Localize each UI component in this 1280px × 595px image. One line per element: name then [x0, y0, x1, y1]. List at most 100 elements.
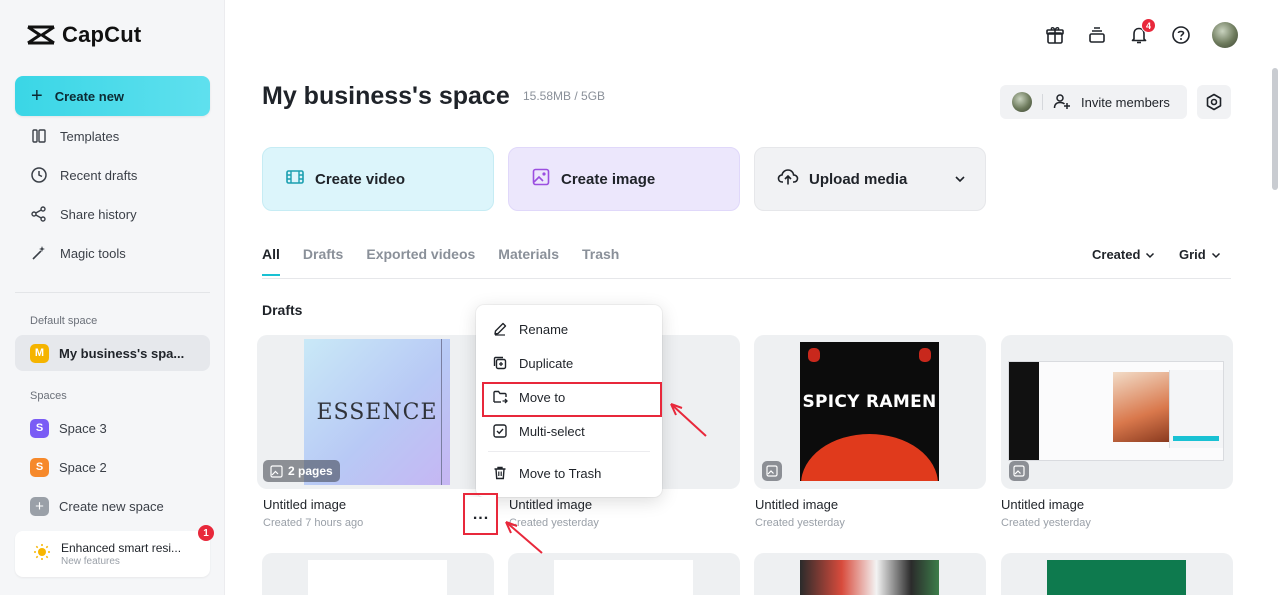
create-new-button[interactable]: + Create new: [15, 76, 210, 116]
menu-item-move-to-trash[interactable]: Move to Trash: [476, 458, 662, 488]
create-new-space-button[interactable]: + Create new space: [15, 488, 210, 524]
sidebar-item-space-2[interactable]: S Space 2: [15, 449, 210, 485]
sidebar-item-templates[interactable]: Templates: [30, 127, 119, 145]
film-icon: [285, 167, 305, 191]
plus-icon: +: [30, 496, 49, 516]
top-toolbar: 4: [1044, 18, 1238, 48]
clock-icon: [30, 166, 48, 184]
gear-icon: [1206, 93, 1222, 111]
space-letter-badge: S: [30, 418, 49, 438]
image-badge: [762, 461, 782, 481]
sidebar-item-space-3[interactable]: S Space 3: [15, 410, 210, 446]
chevron-down-icon: [1211, 252, 1220, 258]
section-title: Drafts: [262, 302, 303, 318]
spaces-heading: Spaces: [30, 390, 67, 402]
screenshot-sidebar: [1009, 362, 1039, 460]
cloud-upload-icon: [777, 167, 799, 191]
draft-card[interactable]: [1001, 553, 1233, 595]
promo-subtitle: New features: [61, 556, 120, 567]
view-label: Grid: [1179, 247, 1206, 262]
promo-count-badge: 1: [198, 525, 214, 541]
bell-icon[interactable]: 4: [1128, 18, 1156, 46]
create-image-button[interactable]: Create image: [508, 147, 740, 211]
tab-drafts[interactable]: Drafts: [303, 246, 343, 276]
tab-exported-videos[interactable]: Exported videos: [366, 246, 475, 276]
tab-materials[interactable]: Materials: [498, 246, 559, 276]
pages-count: 2 pages: [288, 464, 333, 478]
image-icon: [1013, 465, 1025, 477]
card-title[interactable]: Untitled image: [1001, 497, 1084, 512]
view-dropdown[interactable]: Grid: [1179, 247, 1222, 262]
lantern-icon: [919, 348, 931, 362]
user-avatar[interactable]: [1212, 22, 1238, 48]
member-avatar: [1012, 92, 1032, 112]
draft-card[interactable]: [754, 553, 986, 595]
tab-trash[interactable]: Trash: [582, 246, 619, 276]
upload-media-label: Upload media: [809, 170, 908, 188]
screenshot-button: [1173, 436, 1219, 441]
space-settings-button[interactable]: [1197, 85, 1231, 119]
share-icon: [30, 205, 48, 223]
menu-item-multi-select[interactable]: Multi-select: [476, 416, 662, 446]
sort-label: Created: [1092, 247, 1141, 262]
create-space-label: Create new space: [59, 498, 164, 514]
draft-card[interactable]: [262, 553, 494, 595]
draft-card[interactable]: [508, 553, 740, 595]
sidebar-item-recent-drafts[interactable]: Recent drafts: [30, 166, 137, 184]
annotation-highlight-more-button: [463, 493, 498, 535]
feature-promo-card[interactable]: Enhanced smart resi... New features 1: [15, 525, 214, 577]
help-icon[interactable]: [1170, 24, 1192, 46]
gift-icon[interactable]: [1044, 24, 1066, 46]
upload-media-button[interactable]: Upload media: [754, 147, 986, 211]
screenshot-image: [1113, 372, 1169, 442]
card-timestamp: Created yesterday: [755, 517, 845, 529]
page-title: My business's space: [262, 82, 510, 110]
card-timestamp: Created 7 hours ago: [263, 517, 364, 529]
sidebar: CapCut + Create new Templates Recent dra…: [0, 0, 225, 595]
image-icon: [766, 465, 778, 477]
sort-dropdown[interactable]: Created: [1092, 247, 1156, 262]
invite-members-button[interactable]: Invite members: [1000, 85, 1187, 119]
draft-card[interactable]: SPICY RAMEN: [754, 335, 986, 489]
menu-divider: [488, 451, 650, 452]
divider: [441, 339, 442, 485]
capcut-logo-icon: [27, 25, 55, 45]
space-letter-badge: M: [30, 343, 49, 363]
divider: [1042, 94, 1043, 110]
lantern-icon: [808, 348, 820, 362]
create-video-label: Create video: [315, 170, 406, 188]
sidebar-item-label: Magic tools: [60, 245, 126, 261]
sidebar-item-magic-tools[interactable]: Magic tools: [30, 244, 126, 262]
scrollbar[interactable]: [1272, 68, 1278, 190]
create-video-button[interactable]: Create video: [262, 147, 494, 211]
space-name: Space 2: [59, 459, 107, 475]
card-title[interactable]: Untitled image: [509, 497, 592, 512]
space-name: My business's spa...: [59, 345, 185, 361]
sidebar-item-share-history[interactable]: Share history: [30, 205, 137, 223]
create-image-label: Create image: [561, 170, 656, 188]
create-new-label: Create new: [54, 88, 125, 104]
chevron-down-icon: [1146, 252, 1155, 258]
menu-item-rename[interactable]: Rename: [476, 314, 662, 344]
menu-label: Multi-select: [519, 423, 585, 439]
card-title[interactable]: Untitled image: [263, 497, 346, 512]
sidebar-item-label: Templates: [60, 128, 120, 144]
sidebar-item-label: Share history: [60, 206, 137, 222]
thumbnail: [1047, 560, 1186, 595]
thumbnail: SPICY RAMEN: [800, 342, 939, 481]
draft-card[interactable]: ESSENCE 2 pages: [257, 335, 489, 489]
sidebar-item-my-business-space[interactable]: M My business's spa...: [15, 335, 210, 371]
bowl-shape: [801, 434, 938, 481]
card-timestamp: Created yesterday: [1001, 517, 1091, 529]
draft-card[interactable]: [1001, 335, 1233, 489]
tab-all[interactable]: All: [262, 246, 280, 276]
checkbox-icon: [493, 424, 507, 438]
capcut-logo[interactable]: CapCut: [26, 22, 141, 48]
space-name: Space 3: [59, 420, 107, 436]
stack-icon[interactable]: [1086, 24, 1108, 46]
thumbnail: [554, 560, 693, 595]
storage-usage: 15.58MB / 5GB: [523, 89, 606, 103]
card-title[interactable]: Untitled image: [755, 497, 838, 512]
chevron-down-icon[interactable]: [953, 172, 967, 190]
menu-item-duplicate[interactable]: Duplicate: [476, 348, 662, 378]
